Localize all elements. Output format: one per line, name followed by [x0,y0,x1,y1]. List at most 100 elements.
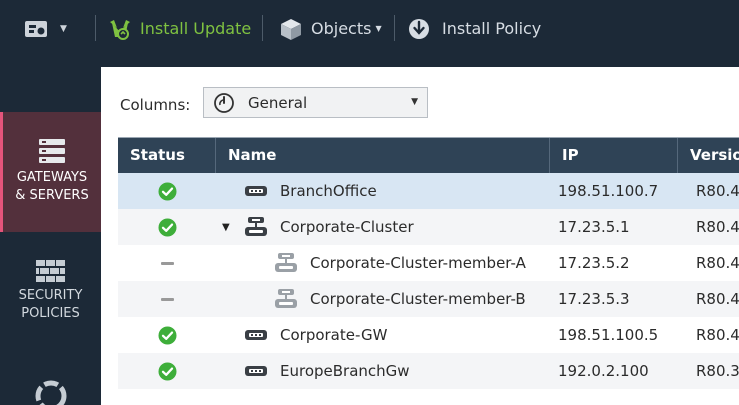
install-update-icon [110,19,130,40]
status-none-icon [160,261,174,265]
columns-selected-value: General [248,93,308,112]
objects-label: Objects [311,19,372,38]
status-cell [118,317,216,353]
chevron-down-icon: ▼ [411,97,418,107]
ip-value: 17.23.5.2 [558,254,630,272]
status-ok-icon [158,362,176,380]
ip-value: 17.23.5.3 [558,290,630,308]
top-toolbar: ▼ Install Update Objects ▼ Install Polic… [0,0,739,57]
row-name: Corporate-Cluster-member-A [310,254,526,272]
table-row[interactable]: BranchOffice 198.51.100.7 R80.4 [118,173,739,209]
ip-cell: 198.51.100.5 [558,317,683,353]
sidebar-item-logs-monitor[interactable] [0,379,101,405]
row-name: Corporate-GW [280,326,388,344]
column-header-status[interactable]: Status [118,138,216,173]
version-value: R80.4 [696,326,739,344]
install-update-button[interactable]: Install Update [108,0,251,57]
gateways-table: Status Name IP Versio BranchOffice 198.5… [118,137,739,405]
table-header: Status Name IP Versio [118,137,739,173]
ip-cell: 192.0.2.100 [558,353,683,389]
version-value: R80.4 [696,254,739,272]
sidebar-item-gateways-servers[interactable]: GATEWAYS & SERVERS [0,112,101,232]
gateway-icon [245,186,267,196]
status-cell [118,173,216,209]
version-value: R80.4 [696,218,739,236]
ip-value: 198.51.100.5 [558,326,659,344]
status-cell [118,209,216,245]
version-cell: R80.4 [696,245,739,281]
objects-menu-button[interactable]: Objects ▼ [279,0,382,57]
app-menu-icon [25,20,47,37]
version-cell: R80.4 [696,173,739,209]
expand-toggle-icon[interactable]: ▼ [222,222,236,233]
table-row[interactable]: EuropeBranchGw 192.0.2.100 R80.3 [118,353,739,389]
gateways-servers-icon [39,139,65,163]
chevron-down-icon: ▼ [375,24,382,33]
name-cell: Corporate-Cluster-member-B [216,281,550,317]
version-cell: R80.4 [696,209,739,245]
columns-label: Columns: [120,96,191,114]
columns-dropdown[interactable]: General ▼ [203,87,428,118]
name-cell: Corporate-Cluster-member-A [216,245,550,281]
row-name: BranchOffice [280,182,377,200]
version-value: R80.4 [696,182,739,200]
row-name: EuropeBranchGw [280,362,410,380]
ip-cell: 17.23.5.2 [558,245,683,281]
install-update-label: Install Update [140,19,252,38]
sidebar-item-label: POLICIES [21,306,80,321]
security-policies-icon [35,260,65,282]
column-header-ip[interactable]: IP [550,138,678,173]
toolbar-divider [262,15,263,41]
gateway-icon [245,330,267,340]
cluster-member-icon [275,289,297,308]
gauge-icon [214,92,234,113]
sidebar-item-security-policies[interactable]: SECURITY POLICIES [0,260,101,340]
ip-value: 198.51.100.7 [558,182,659,200]
name-cell: Corporate-GW [216,317,550,353]
table-row[interactable]: Corporate-Cluster-member-A 17.23.5.2 R80… [118,245,739,281]
ip-cell: 17.23.5.3 [558,281,683,317]
sidebar-item-label: & SERVERS [15,188,89,203]
version-cell: R80.4 [696,281,739,317]
table-row[interactable]: Corporate-GW 198.51.100.5 R80.4 [118,317,739,353]
table-row[interactable]: ▼ Corporate-Cluster 17.23.5.1 R80.4 [118,209,739,245]
cluster-member-icon [275,253,297,272]
install-policy-icon [409,18,429,39]
status-ok-icon [158,218,176,236]
name-cell: BranchOffice [216,173,550,209]
gateway-icon [245,366,267,376]
table-body: BranchOffice 198.51.100.7 R80.4 ▼ Corpora… [118,173,739,389]
cube-icon [281,18,301,40]
version-value: R80.3 [696,362,739,380]
cluster-icon [245,217,267,236]
install-policy-label: Install Policy [442,19,542,38]
status-ok-icon [158,326,176,344]
app-menu-button[interactable]: ▼ [24,0,67,57]
version-cell: R80.4 [696,317,739,353]
status-none-icon [160,297,174,301]
column-header-name[interactable]: Name [216,138,550,173]
ip-cell: 198.51.100.7 [558,173,683,209]
install-policy-button[interactable]: Install Policy [408,0,541,57]
toolbar-divider [394,15,395,41]
status-cell [118,353,216,389]
row-name: Corporate-Cluster [280,218,414,236]
status-cell [118,245,216,281]
ip-cell: 17.23.5.1 [558,209,683,245]
name-cell: EuropeBranchGw [216,353,550,389]
name-cell: ▼ Corporate-Cluster [216,209,550,245]
version-value: R80.4 [696,290,739,308]
logs-monitor-icon [35,380,66,405]
sidebar-item-label: SECURITY [18,288,83,303]
left-sidebar: GATEWAYS & SERVERS SECURITY POLICIES [0,57,101,405]
ip-value: 192.0.2.100 [558,362,649,380]
chevron-down-icon: ▼ [60,23,67,34]
column-header-version[interactable]: Versio [678,138,739,173]
row-name: Corporate-Cluster-member-B [310,290,526,308]
version-cell: R80.3 [696,353,739,389]
toolbar-divider [95,15,96,41]
status-cell [118,281,216,317]
ip-value: 17.23.5.1 [558,218,630,236]
status-ok-icon [158,182,176,200]
table-row[interactable]: Corporate-Cluster-member-B 17.23.5.3 R80… [118,281,739,317]
